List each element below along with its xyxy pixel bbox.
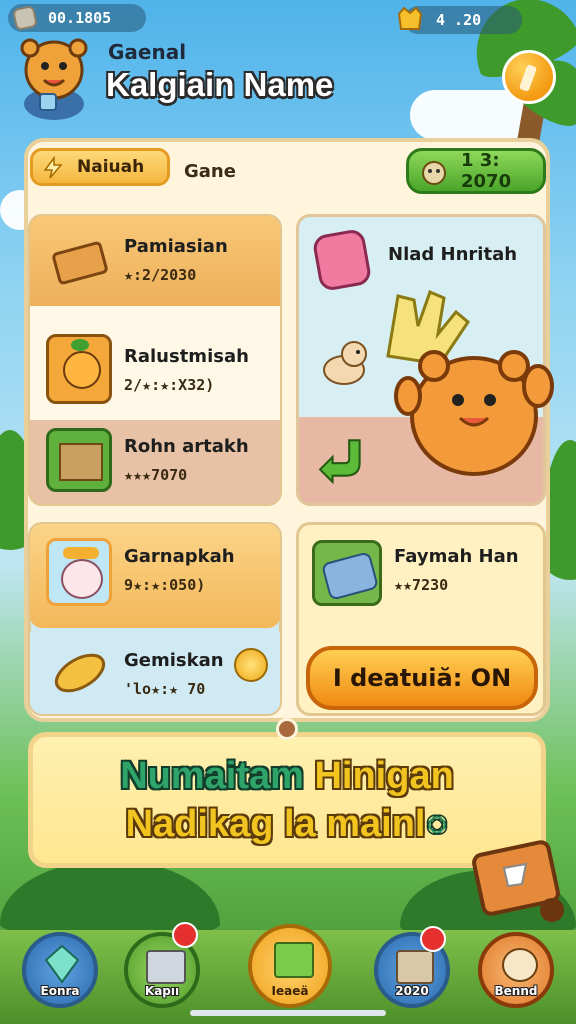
- list-item-label: Pamiasian: [124, 236, 228, 257]
- nav-item-friends[interactable]: Bennd: [478, 932, 554, 1008]
- puppy-icon: [323, 341, 367, 385]
- coin-icon: [234, 648, 268, 682]
- banner-line-1: Numaitam Hinigan: [33, 755, 541, 798]
- tab-active-label: Naiuah: [77, 157, 145, 177]
- notification-badge: [420, 926, 446, 952]
- book-icon: [146, 950, 186, 984]
- banner-line-2-suffix: ○: [425, 803, 449, 845]
- tab-active[interactable]: Naiuah: [30, 148, 170, 186]
- puzzle-piece-icon: [312, 540, 382, 606]
- currency-right-value: 4 .20: [436, 11, 482, 29]
- list-item-stars: ★★★7070: [124, 466, 188, 484]
- stopwatch-icon: [422, 161, 446, 185]
- list-item-label: Gemiskan: [124, 650, 224, 671]
- pink-creature-icon: [311, 227, 373, 293]
- list-item-stars: ★:2/2030: [124, 266, 197, 284]
- treasure-chest-icon: [52, 241, 108, 285]
- deal-toggle-button[interactable]: I deatuiă: ON: [306, 646, 538, 710]
- bear-mascot-icon: [386, 289, 554, 476]
- list-item-label: Ralustmisah: [124, 346, 249, 367]
- nav-item-label: Bennd: [494, 984, 538, 998]
- leaf-icon: [54, 653, 106, 693]
- tab-game[interactable]: Gane: [184, 152, 236, 190]
- lower-right-card-stars: ★★7230: [394, 576, 449, 594]
- list-item-label: Garnapkah: [124, 546, 235, 567]
- timer-value: 1 3: 2070: [461, 150, 512, 192]
- treasure-icon: [274, 942, 314, 978]
- home-indicator[interactable]: [190, 1010, 386, 1016]
- banner-pin: [276, 718, 298, 740]
- banner-word-green: Numaitam: [120, 755, 304, 797]
- list-item-label: Rohn artakh: [124, 436, 249, 457]
- list-item-stars: 'lo★:★ 70: [124, 680, 206, 698]
- gem-icon: [44, 944, 80, 984]
- nav-item-label: Eonra: [40, 984, 80, 998]
- upgrade-button[interactable]: [502, 50, 556, 104]
- player-name: Kalgiain Name: [106, 66, 334, 103]
- lower-right-card-label: Faymah Han: [394, 546, 519, 567]
- cat-character-icon: [46, 538, 112, 606]
- nav-item-gems[interactable]: Eonra: [22, 932, 98, 1008]
- back-arrow-icon: [318, 439, 361, 484]
- nav-item-label: 2020: [395, 984, 429, 998]
- nav-item-home[interactable]: Ieaeä: [248, 924, 332, 1008]
- list-item-stars: 9★:★:050): [124, 576, 206, 594]
- supply-crate-icon: [472, 840, 564, 922]
- gold-crate-icon: [397, 6, 423, 30]
- map-tile-icon: [46, 428, 112, 492]
- featured-card-label: Nlad Hnritah: [388, 244, 518, 265]
- box-icon: [396, 950, 434, 984]
- notification-badge: [172, 922, 198, 948]
- dog-face-icon: [502, 948, 538, 982]
- stone-coin-icon: [11, 4, 39, 32]
- nav-item-label: Ieaeä: [271, 984, 309, 998]
- sprout-character-icon: [46, 334, 112, 404]
- promo-banner[interactable]: Numaitam Hinigan Nadikag la mainl○: [28, 732, 546, 868]
- banner-word-yellow: Hinigan: [314, 755, 454, 797]
- player-avatar[interactable]: [14, 34, 94, 120]
- lightning-icon: [43, 156, 63, 179]
- nav-item-label: Kapıı: [144, 984, 180, 998]
- currency-left-value: 00.1805: [48, 9, 112, 27]
- list-item-stars: 2/★:★:X32): [124, 376, 215, 394]
- timer-pill: 1 3: 2070: [406, 148, 546, 194]
- banner-line-2-text: Nadikag la mainl: [125, 803, 426, 845]
- banner-line-2: Nadikag la mainl○: [33, 803, 541, 846]
- currency-left-pill[interactable]: 00.1805: [8, 4, 146, 32]
- player-subtitle: Gaenal: [108, 40, 187, 64]
